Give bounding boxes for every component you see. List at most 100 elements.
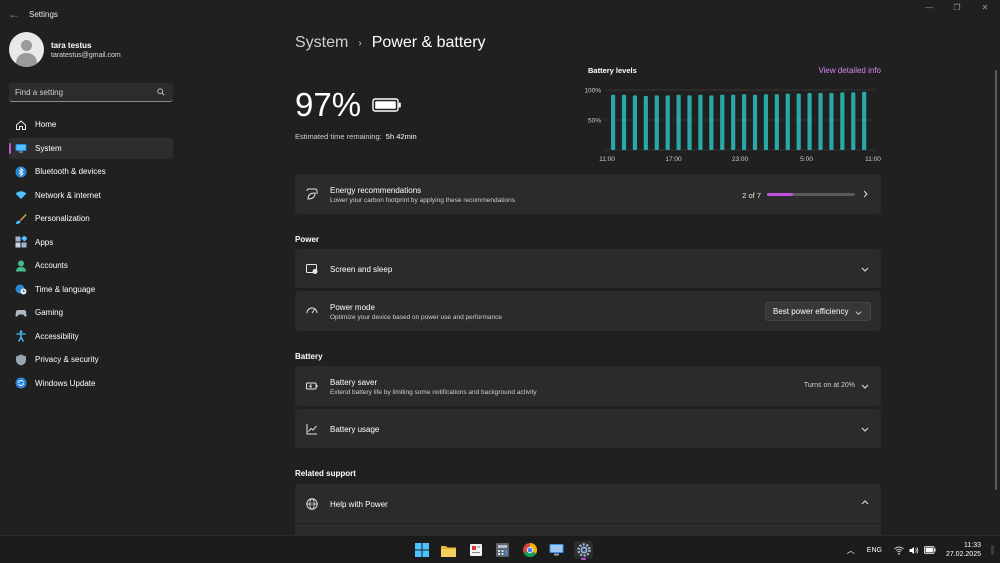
monitor-icon xyxy=(15,142,27,154)
chart-x-tick-label: 23:00 xyxy=(732,156,749,163)
settings-icon[interactable] xyxy=(574,541,593,560)
sidebar-item-personalization[interactable]: Personalization xyxy=(9,208,173,229)
remote-desktop-icon[interactable] xyxy=(547,541,566,559)
chart-bar xyxy=(774,94,779,150)
language-indicator[interactable]: ENG xyxy=(867,547,882,554)
show-desktop-button[interactable] xyxy=(991,545,994,555)
search-box[interactable] xyxy=(9,83,173,102)
sidebar-item-windows-update[interactable]: Windows Update xyxy=(9,373,173,394)
sidebar-item-apps[interactable]: Apps xyxy=(9,232,173,253)
volume-icon[interactable] xyxy=(909,546,919,555)
chart-bar xyxy=(632,95,638,150)
chart-bar xyxy=(752,94,758,150)
chart-bar xyxy=(862,91,867,150)
estimated-time: Estimated time remaining: 5h 42min xyxy=(295,132,417,141)
battery-icon[interactable] xyxy=(924,546,936,554)
power-mode-dropdown[interactable]: Best power efficiency xyxy=(765,302,871,321)
chart-bar xyxy=(840,92,845,150)
chart-bar xyxy=(665,95,670,150)
minimize-button[interactable]: — xyxy=(924,3,934,12)
battery-usage-title: Battery usage xyxy=(330,425,380,434)
taskbar-apps xyxy=(412,541,593,560)
calculator-icon[interactable] xyxy=(493,541,512,559)
chevron-right-icon xyxy=(863,190,868,198)
maximize-button[interactable]: ❐ xyxy=(952,3,962,12)
chart-bar xyxy=(643,96,648,150)
wifi-icon[interactable] xyxy=(894,546,904,555)
chart-x-tick-label: 11:00 xyxy=(865,156,881,163)
power-section-title: Power xyxy=(295,235,320,244)
home-icon xyxy=(15,119,27,131)
chevron-up-icon xyxy=(861,500,869,505)
back-arrow-icon[interactable]: ← xyxy=(1,7,27,21)
update-icon xyxy=(15,377,27,389)
energy-subtitle: Lower your carbon footprint by applying … xyxy=(330,197,515,204)
battery-levels-chart: 100% 50% 11:00 17:00 23:00 5:00 11:00 xyxy=(585,88,881,164)
chart-bar xyxy=(796,93,801,150)
sidebar-item-label: Accessibility xyxy=(35,331,79,341)
file-explorer-icon[interactable] xyxy=(439,541,458,559)
energy-progress-fill xyxy=(767,193,793,196)
sidebar-item-label: Home xyxy=(35,120,57,129)
chart-bar xyxy=(785,93,790,150)
sidebar-item-system[interactable]: System xyxy=(9,137,173,159)
search-icon xyxy=(157,88,165,96)
scrollbar[interactable] xyxy=(995,70,997,490)
sidebar-item-network[interactable]: Network & internet xyxy=(9,185,173,206)
power-mode-gauge-icon xyxy=(306,307,318,314)
screen-and-sleep-card[interactable]: Screen and sleep xyxy=(295,249,881,288)
battery-saver-card[interactable]: Battery saver Extend battery life by lim… xyxy=(295,366,881,406)
avatar xyxy=(9,32,44,67)
power-mode-selected: Best power efficiency xyxy=(773,307,849,316)
view-detailed-info-link[interactable]: View detailed info xyxy=(818,66,881,75)
windows-start-icon[interactable] xyxy=(412,541,431,559)
chart-bar xyxy=(698,94,703,150)
sidebar-item-gaming[interactable]: Gaming xyxy=(9,302,173,323)
battery-usage-card[interactable]: Battery usage xyxy=(295,409,881,448)
help-with-power-card[interactable]: Help with Power xyxy=(295,484,881,535)
sidebar-item-label: Personalization xyxy=(35,214,90,223)
clock[interactable]: 11:33 27.02.2025 xyxy=(946,541,981,559)
breadcrumb-system[interactable]: System xyxy=(295,34,348,52)
sidebar-item-bluetooth[interactable]: Bluetooth & devices xyxy=(9,161,173,182)
chart-line-icon xyxy=(306,424,317,435)
sidebar-item-label: Bluetooth & devices xyxy=(35,167,106,176)
energy-title: Energy recommendations xyxy=(330,186,422,195)
sidebar-item-time-language[interactable]: Time & language xyxy=(9,279,173,300)
wifi-icon xyxy=(15,189,27,201)
related-support-title: Related support xyxy=(295,469,356,478)
energy-recommendations-card[interactable]: Energy recommendations Lower your carbon… xyxy=(295,174,881,214)
battery-levels-title: Battery levels xyxy=(588,66,637,75)
globe-clock-icon xyxy=(15,283,27,295)
news-icon[interactable] xyxy=(466,541,485,559)
help-power-title: Help with Power xyxy=(330,500,388,509)
chart-bar xyxy=(611,94,616,150)
screen-sleep-title: Screen and sleep xyxy=(330,265,393,274)
accessibility-icon xyxy=(15,330,27,342)
sidebar: tara testus taratestus@gmail.com Home Sy… xyxy=(0,28,180,535)
title-bar: ← Settings — ❐ ✕ xyxy=(0,0,1000,28)
sidebar-item-privacy[interactable]: Privacy & security xyxy=(9,349,173,370)
system-tray: ︿ ENG 11:33 27.02.2025 xyxy=(847,536,1000,563)
shield-icon xyxy=(15,354,27,366)
chevron-up-icon[interactable]: ︿ xyxy=(847,545,855,556)
chevron-down-icon xyxy=(861,427,869,432)
sidebar-item-accessibility[interactable]: Accessibility xyxy=(9,326,173,347)
sidebar-item-label: Accounts xyxy=(35,261,68,270)
chrome-icon[interactable] xyxy=(520,541,539,559)
chart-bar xyxy=(654,95,659,150)
taskbar: ︿ ENG 11:33 27.02.2025 xyxy=(0,535,1000,563)
battery-percentage: 97% xyxy=(295,86,362,123)
sidebar-item-home[interactable]: Home xyxy=(9,114,173,135)
battery-saver-title: Battery saver xyxy=(330,378,378,387)
estimate-value: 5h 42min xyxy=(385,132,417,141)
sidebar-item-accounts[interactable]: Accounts xyxy=(9,255,173,276)
search-input[interactable] xyxy=(15,87,155,97)
sidebar-item-label: Gaming xyxy=(35,308,64,317)
screen-sleep-icon xyxy=(306,264,318,274)
close-button[interactable]: ✕ xyxy=(980,3,990,12)
battery-section-title: Battery xyxy=(295,352,323,361)
power-mode-title: Power mode xyxy=(330,303,375,312)
chart-x-tick-label: 5:00 xyxy=(800,156,813,163)
user-profile[interactable]: tara testus taratestus@gmail.com xyxy=(9,32,121,67)
